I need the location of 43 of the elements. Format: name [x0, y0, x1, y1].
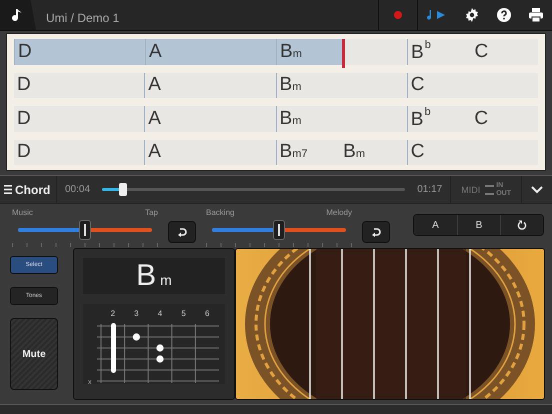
- mixer-right-label: Tap: [145, 208, 158, 216]
- chord-symbol: D: [17, 108, 31, 129]
- playhead-marker: [342, 39, 344, 68]
- fret-number: 3: [134, 309, 139, 318]
- chord-symbol: D: [18, 40, 32, 62]
- reset-icon[interactable]: [517, 220, 527, 230]
- chord-symbol: C: [410, 141, 424, 162]
- undo-button[interactable]: [168, 220, 196, 242]
- chord-symbol: C: [474, 108, 488, 129]
- chord-symbol: A: [148, 108, 161, 129]
- fret-number: 2: [110, 309, 116, 318]
- menu-icon[interactable]: [4, 185, 12, 194]
- reset-button[interactable]: [500, 215, 543, 235]
- music-note-icon[interactable]: [0, 0, 36, 30]
- undo-icon[interactable]: [371, 226, 381, 236]
- fret-number: 4: [158, 309, 162, 318]
- chord-symbol: C: [410, 74, 424, 96]
- chord-symbol: B$^{b}$: [410, 109, 431, 130]
- chord-symbol: A: [149, 40, 162, 62]
- mute-button[interactable]: Mute: [10, 318, 58, 390]
- chord-symbol: D: [17, 141, 31, 162]
- mixer-left-label: Backing: [206, 208, 234, 216]
- guitar-drawing[interactable]: [236, 249, 544, 399]
- section-button[interactable]: A: [414, 215, 457, 235]
- undo-icon[interactable]: [177, 226, 187, 236]
- section-button[interactable]: B: [457, 215, 500, 235]
- chord-symbol: A: [148, 74, 161, 96]
- undo-button[interactable]: [362, 220, 390, 242]
- chord-symbol: A: [148, 141, 161, 162]
- mixer-left-label: Music: [12, 208, 33, 216]
- total-time: 01:17: [416, 184, 444, 195]
- midi-label: MIDI: [461, 184, 480, 194]
- fret-number: 5: [181, 309, 186, 318]
- elapsed-time: 00:04: [64, 184, 92, 195]
- finger-positions-drawing: [111, 323, 164, 373]
- mode-label[interactable]: Chord: [15, 182, 50, 196]
- chord-symbol: D: [17, 74, 31, 96]
- mixer-right-label: Melody: [326, 208, 352, 216]
- chord-symbol: C: [474, 40, 488, 62]
- record-dot-icon[interactable]: [393, 10, 403, 20]
- fret-number: 6: [204, 309, 210, 318]
- chord-symbol: B$^{b}$: [411, 42, 431, 64]
- song-title: Umi / Demo 1: [46, 11, 120, 25]
